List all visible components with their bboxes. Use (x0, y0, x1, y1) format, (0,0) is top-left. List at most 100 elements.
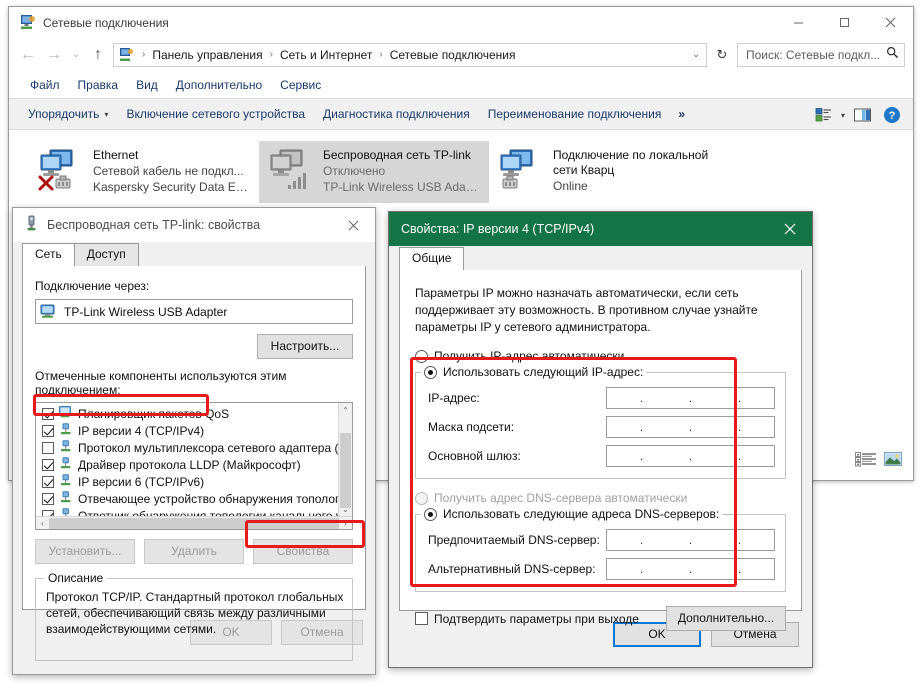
scroll-down-arrow-icon[interactable]: ⌄ (339, 502, 352, 516)
configure-button[interactable]: Настроить... (257, 334, 353, 359)
ipv4-dialog-close-button[interactable] (768, 212, 812, 246)
search-input[interactable]: Поиск: Сетевые подкл... (737, 42, 905, 67)
toolbar-rename-button[interactable]: Переименование подключения (479, 103, 671, 125)
menu-advanced[interactable]: Дополнительно (167, 75, 271, 95)
toolbar-diagnose-button[interactable]: Диагностика подключения (314, 103, 479, 125)
install-button[interactable]: Установить... (35, 539, 135, 564)
manual-dns-radio-row[interactable]: Использовать следующие адреса DNS-сервер… (421, 507, 723, 521)
connection-item-wireless-tplink[interactable]: Беспроводная сеть TP-link Отключено TP-L… (259, 141, 489, 203)
auto-ip-radio[interactable] (415, 349, 428, 363)
scroll-right-arrow-icon[interactable]: › (339, 519, 352, 528)
recent-locations-button[interactable]: ⌄ (67, 42, 85, 68)
tab-sharing[interactable]: Доступ (73, 243, 139, 266)
toolbar-organize-button[interactable]: Упорядочить ▾ (19, 103, 117, 125)
vertical-scroll-thumb[interactable] (340, 433, 351, 508)
view-options-chevron-icon[interactable]: ▾ (841, 111, 845, 120)
status-bar-view-toggles (855, 451, 903, 472)
address-bar[interactable]: › Панель управления › Сеть и Интернет › … (113, 42, 707, 67)
component-checkbox[interactable] (42, 458, 54, 471)
component-checkbox[interactable] (42, 492, 54, 505)
change-view-icon[interactable] (811, 103, 837, 127)
menu-file[interactable]: Файл (21, 75, 69, 95)
components-horizontal-scrollbar[interactable]: ‹ › (36, 516, 352, 529)
component-checkbox[interactable] (42, 475, 54, 488)
default-gateway-input[interactable]: . . . (606, 445, 775, 467)
minimize-button[interactable] (775, 7, 821, 38)
connection-item-lan-kvarts[interactable]: Подключение по локальной сети Кварц Onli… (489, 141, 719, 203)
chevron-down-icon[interactable]: ⌄ (686, 49, 706, 60)
close-button[interactable] (867, 7, 913, 38)
manual-ip-radio-row[interactable]: Использовать следующий IP-адрес: (421, 365, 647, 379)
component-checkbox[interactable] (42, 424, 54, 437)
scroll-left-arrow-icon[interactable]: ‹ (36, 519, 49, 528)
connect-via-label: Подключение через: (35, 279, 150, 293)
large-icons-view-icon[interactable] (883, 451, 903, 472)
validate-settings-checkbox[interactable] (415, 612, 428, 625)
search-icon (886, 46, 900, 64)
validate-and-advanced-row: Подтвердить параметры при выходе Дополни… (415, 606, 786, 631)
manual-dns-groupbox: Использовать следующие адреса DNS-сервер… (415, 507, 786, 592)
maximize-button[interactable] (821, 7, 867, 38)
connection-text-wireless-tplink: Беспроводная сеть TP-link Отключено TP-L… (323, 147, 481, 195)
tab-general[interactable]: Общие (399, 247, 465, 270)
breadcrumb-item-1[interactable]: Сеть и Интернет (278, 48, 374, 62)
auto-dns-radio[interactable] (415, 491, 428, 505)
toolbar-overflow-button[interactable]: » (670, 103, 693, 125)
up-button[interactable]: ↑ (85, 42, 111, 68)
component-checkbox[interactable] (42, 407, 54, 420)
breadcrumb-separator-2: › (379, 49, 383, 60)
menu-bar: Файл Правка Вид Дополнительно Сервис (9, 71, 913, 98)
uninstall-button[interactable]: Удалить (144, 539, 244, 564)
ip-address-input[interactable]: . . . (606, 387, 775, 409)
connection-adapter: Kaspersky Security Data Esc... (93, 180, 251, 194)
scroll-up-arrow-icon[interactable]: ⌃ (339, 403, 352, 417)
components-vertical-scrollbar[interactable]: ⌃ ⌄ (338, 403, 352, 516)
ip-separator: . (737, 533, 742, 547)
breadcrumb-item-0[interactable]: Панель управления (150, 48, 264, 62)
manual-ip-radio[interactable] (424, 365, 437, 379)
toolbar-organize-label: Упорядочить (28, 107, 100, 121)
back-button[interactable]: ← (15, 42, 41, 68)
tab-network[interactable]: Сеть (22, 243, 75, 266)
auto-dns-radio-row[interactable]: Получить адрес DNS-сервера автоматически (415, 491, 786, 505)
manual-dns-radio[interactable] (424, 507, 437, 521)
list-item[interactable]: IP версии 6 (TCP/IPv6) (36, 473, 337, 490)
list-item[interactable]: IP версии 4 (TCP/IPv4) (36, 422, 337, 439)
ip-separator: . (737, 391, 742, 405)
alternate-dns-input[interactable]: . . . (606, 558, 775, 580)
help-icon[interactable]: ? (879, 103, 905, 127)
subnet-mask-input[interactable]: . . . (606, 416, 775, 438)
component-checkbox[interactable] (42, 441, 54, 454)
preview-pane-icon[interactable] (849, 103, 875, 127)
preferred-dns-input[interactable]: . . . (606, 529, 775, 551)
connection-name: Ethernet (93, 148, 139, 162)
adapter-dialog-tabstrip: Сеть Доступ (13, 242, 375, 266)
refresh-icon[interactable]: ↻ (711, 44, 733, 66)
menu-tools[interactable]: Сервис (271, 75, 330, 95)
adapter-name-field: TP-Link Wireless USB Adapter (35, 299, 353, 324)
components-list[interactable]: Планировщик пакетов QoS IP версии 4 (TCP… (35, 402, 353, 530)
breadcrumb-separator-1: › (269, 49, 273, 60)
adapter-dialog-close-button[interactable] (331, 208, 375, 242)
alternate-dns-row: Альтернативный DNS-сервер: . . . (428, 558, 775, 580)
horizontal-scroll-thumb[interactable] (49, 517, 339, 529)
breadcrumb-item-2[interactable]: Сетевые подключения (388, 48, 518, 62)
properties-button[interactable]: Свойства (253, 539, 353, 564)
list-item[interactable]: Драйвер протокола LLDP (Майкрософт) (36, 456, 337, 473)
component-label: Отвечающее устройство обнаружения тополо… (78, 491, 353, 506)
menu-view[interactable]: Вид (127, 75, 167, 95)
list-item[interactable]: Отвечающее устройство обнаружения тополо… (36, 490, 352, 507)
advanced-button[interactable]: Дополнительно... (666, 606, 786, 631)
auto-dns-label: Получить адрес DNS-сервера автоматически (434, 491, 688, 505)
ipv4-dialog-tabstrip: Общие (389, 246, 812, 270)
details-view-icon[interactable] (855, 451, 877, 472)
list-item[interactable]: Протокол мультиплексора сетевого адаптер… (36, 439, 352, 456)
ip-separator: . (688, 391, 693, 405)
list-item[interactable]: Планировщик пакетов QoS (36, 405, 337, 422)
toolbar-enable-device-button[interactable]: Включение сетевого устройства (117, 103, 314, 125)
forward-button[interactable]: → (41, 42, 67, 68)
connection-item-ethernet[interactable]: Ethernet Сетевой кабель не подкл... Kasp… (29, 141, 259, 203)
auto-ip-radio-row[interactable]: Получить IP-адрес автоматически (415, 349, 786, 363)
menu-edit[interactable]: Правка (69, 75, 128, 95)
network-adapter-icon (40, 304, 57, 319)
